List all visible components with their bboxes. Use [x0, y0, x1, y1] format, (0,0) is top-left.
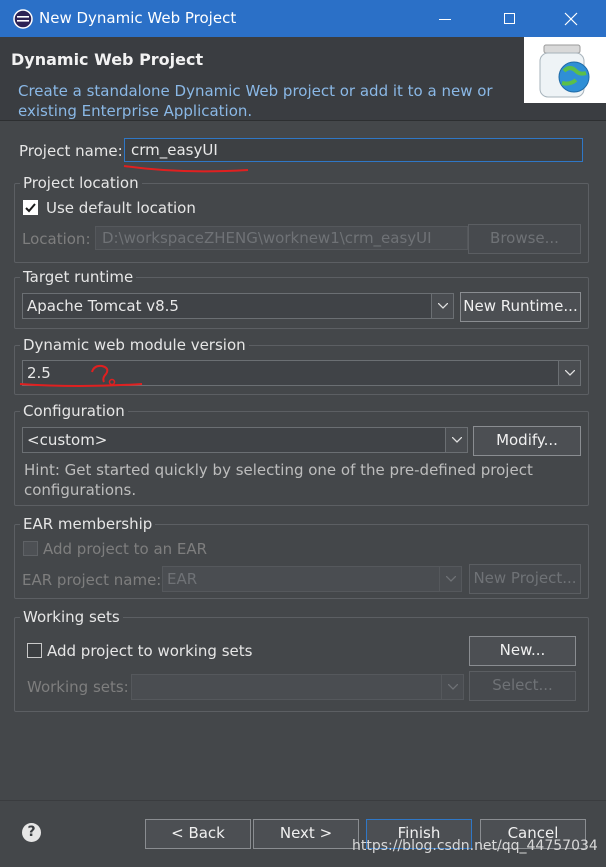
minimize-button[interactable] [422, 0, 468, 37]
configuration-select[interactable]: <custom> [22, 427, 468, 453]
chevron-down-icon [441, 675, 463, 699]
chevron-down-icon [445, 428, 467, 452]
target-runtime-select[interactable]: Apache Tomcat v8.5 [22, 293, 454, 319]
watermark-text: https://blog.csdn.net/qq_44757034 [352, 838, 598, 854]
window-title: New Dynamic Web Project [39, 9, 237, 27]
working-sets-label: Working sets: [27, 678, 129, 696]
target-runtime-title: Target runtime [20, 268, 137, 286]
chevron-down-icon [439, 567, 461, 591]
wizard-banner [524, 37, 606, 103]
project-name-field[interactable]: crm_easyUI [124, 138, 583, 162]
configuration-title: Configuration [20, 402, 128, 420]
project-location-title: Project location [20, 174, 142, 192]
web-project-banner-icon [539, 44, 590, 98]
module-version-title: Dynamic web module version [20, 336, 249, 354]
wizard-header: Dynamic Web Project Create a standalone … [0, 37, 606, 121]
next-button[interactable]: Next > [253, 819, 359, 849]
ear-project-name-label: EAR project name: [22, 571, 162, 589]
working-sets-title: Working sets [20, 608, 123, 626]
new-ear-project-button[interactable]: New Project... [469, 564, 581, 594]
chevron-down-icon [558, 361, 580, 385]
ear-project-name-value: EAR [167, 570, 198, 588]
back-button[interactable]: < Back [145, 819, 251, 849]
wizard-title: Dynamic Web Project [11, 50, 204, 69]
maximize-button[interactable] [487, 0, 533, 37]
checkmark-icon [25, 203, 36, 213]
working-sets-select[interactable] [131, 674, 464, 700]
add-to-working-sets-checkbox[interactable] [27, 643, 42, 658]
eclipse-icon [13, 9, 33, 29]
location-label: Location: [22, 230, 91, 248]
target-runtime-value: Apache Tomcat v8.5 [27, 297, 179, 315]
maximize-icon [504, 13, 515, 24]
module-version-select[interactable]: 2.5 [22, 360, 581, 386]
ear-membership-title: EAR membership [20, 515, 156, 533]
close-icon [564, 12, 578, 26]
configuration-value: <custom> [27, 431, 108, 449]
chevron-down-icon [431, 294, 453, 318]
wizard-description: Create a standalone Dynamic Web project … [18, 82, 493, 120]
minimize-icon [439, 19, 451, 20]
use-default-location-checkbox[interactable] [23, 200, 38, 215]
add-to-ear-label: Add project to an EAR [43, 540, 208, 558]
help-icon[interactable]: ? [22, 823, 41, 842]
project-name-label: Project name: [19, 142, 123, 160]
title-bar: New Dynamic Web Project [0, 0, 606, 37]
use-default-location-label: Use default location [46, 199, 196, 217]
module-version-value: 2.5 [27, 364, 51, 382]
new-runtime-button[interactable]: New Runtime... [460, 292, 581, 322]
location-field[interactable]: D:\workspaceZHENG\worknew1\crm_easyUI [95, 226, 468, 250]
add-to-working-sets-label: Add project to working sets [47, 642, 253, 660]
ear-project-name-select[interactable]: EAR [162, 566, 462, 592]
close-button[interactable] [548, 0, 594, 37]
select-working-sets-button[interactable]: Select... [469, 671, 576, 701]
modify-button[interactable]: Modify... [473, 426, 581, 456]
browse-button[interactable]: Browse... [468, 224, 581, 254]
footer-separator [0, 800, 606, 801]
add-to-ear-checkbox[interactable] [23, 541, 38, 556]
new-working-set-button[interactable]: New... [469, 636, 576, 666]
configuration-hint: Hint: Get started quickly by selecting o… [24, 461, 533, 499]
